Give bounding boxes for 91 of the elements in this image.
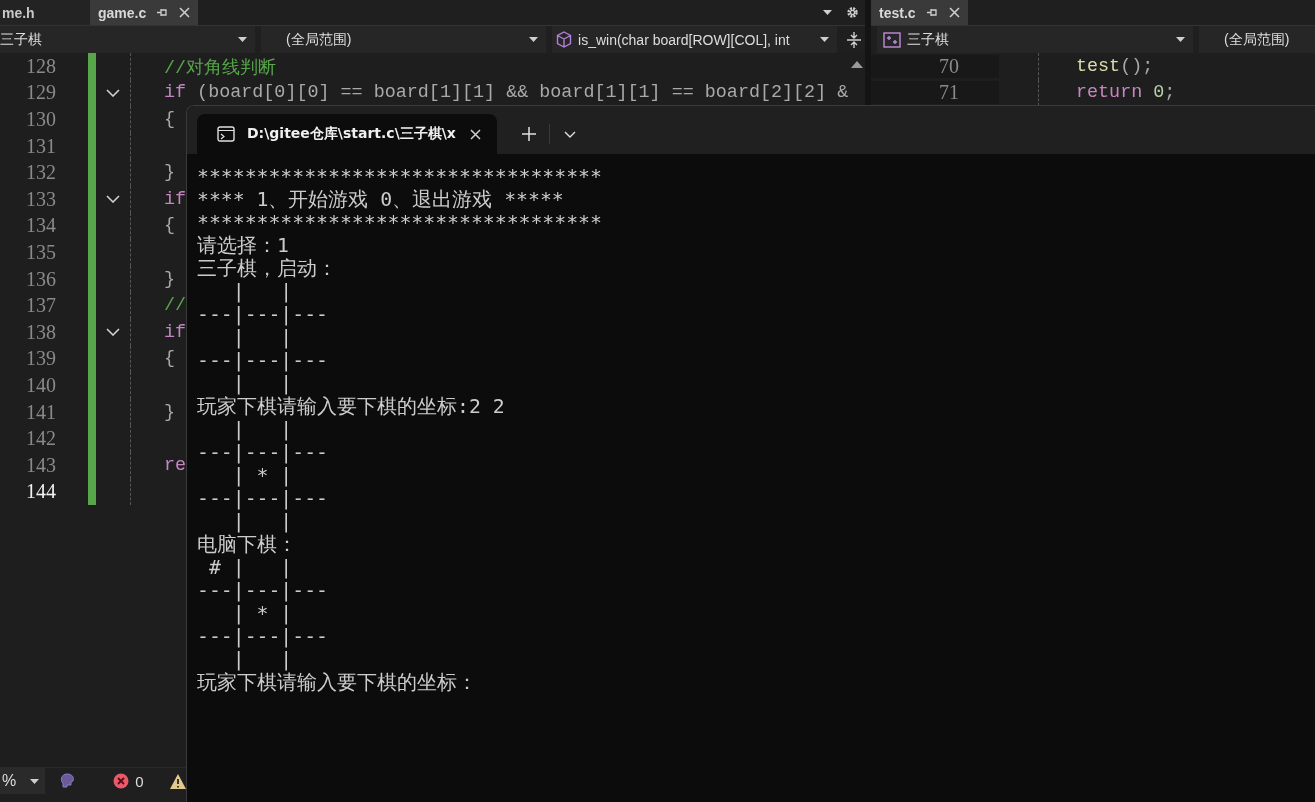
line-number: 130	[25, 108, 56, 131]
line-number: 138	[25, 320, 56, 344]
pin-icon[interactable]	[925, 7, 937, 18]
scope-dropdown[interactable]: (全局范围)	[261, 26, 546, 53]
code-line: }	[164, 401, 176, 423]
line-number: 140	[25, 373, 56, 397]
error-count: 0	[135, 772, 144, 790]
console-output-line: ---|---|---	[197, 625, 328, 648]
console-output-line: 玩家下棋请输入要下棋的坐标:2 2	[197, 395, 505, 418]
console-output-line: | |	[231, 510, 293, 533]
line-number: 128	[25, 54, 56, 78]
console-output-line: | |	[231, 648, 293, 671]
line-number: 70	[871, 54, 999, 78]
console-output-line: | * |	[231, 464, 293, 487]
code-line: {	[164, 109, 176, 130]
new-tab-icon[interactable]	[522, 127, 536, 141]
file-tab[interactable]: game.c	[90, 0, 199, 25]
console-output-line: 玩家下棋请输入要下棋的坐标：	[197, 671, 477, 694]
console-output-line: 请选择：1	[197, 234, 289, 257]
code-line: //	[164, 295, 187, 317]
console-output-line: ---|---|---	[197, 487, 328, 510]
caret-icon	[238, 37, 248, 42]
line-number: 132	[25, 161, 56, 185]
code-line: if	[164, 321, 187, 343]
console-output-line: ---|---|---	[197, 579, 328, 602]
file-tab[interactable]: test.c	[871, 0, 968, 25]
code-line: if	[164, 188, 187, 210]
project-dropdown[interactable]: 三子棋	[0, 26, 256, 53]
console-output-line: 三子棋，启动：	[197, 257, 337, 280]
line-number: 133	[25, 187, 56, 211]
scroll-up-icon[interactable]	[850, 61, 863, 68]
console-icon	[217, 126, 235, 142]
line-number: 135	[25, 240, 56, 264]
project-dropdown[interactable]: 三子棋	[877, 26, 1193, 53]
dropdown-chevron-icon[interactable]	[564, 130, 576, 138]
line-number: 143	[25, 453, 56, 477]
pin-icon[interactable]	[156, 7, 168, 18]
code-line: }	[164, 268, 176, 290]
project-icon	[883, 31, 901, 48]
fold-chevron-icon[interactable]	[106, 328, 120, 337]
scope-dropdown[interactable]: (全局范围)	[1199, 26, 1315, 53]
close-icon[interactable]	[179, 7, 191, 18]
code-line: return 0;	[1076, 82, 1176, 104]
caret-icon	[1176, 37, 1185, 42]
line-number: 139	[25, 347, 56, 371]
line-number: 142	[25, 427, 56, 451]
console-output-line: **** 1、开始游戏 0、退出游戏 *****	[197, 188, 564, 211]
console-output-line: **********************************	[197, 165, 602, 188]
settings-icon[interactable]	[846, 6, 859, 19]
console-output-line: | * |	[231, 602, 293, 625]
console-output-line: 电脑下棋：	[197, 533, 297, 556]
line-number: 137	[25, 294, 56, 318]
close-icon[interactable]	[470, 128, 481, 140]
console-output-line: **********************************	[197, 211, 602, 234]
console-output-line: ---|---|---	[197, 349, 328, 372]
split-icon[interactable]	[847, 31, 861, 48]
caret-icon	[820, 37, 829, 42]
error-icon[interactable]	[113, 773, 130, 789]
caret-icon	[823, 10, 832, 15]
code-line: {	[164, 215, 176, 237]
line-number: 136	[25, 267, 56, 291]
zoom-dropdown[interactable]: %	[0, 768, 46, 794]
warning-icon[interactable]	[169, 773, 186, 789]
code-line: re	[164, 454, 187, 476]
console-output-line: | |	[231, 326, 293, 349]
terminal-tab[interactable]: D:\gitee仓库\start.c\三子棋\x	[197, 114, 497, 154]
fold-chevron-icon[interactable]	[106, 88, 120, 97]
code-line: {	[164, 348, 176, 370]
line-number: 129	[25, 81, 56, 105]
code-line: test();	[1076, 55, 1154, 77]
console-output-line: | |	[231, 280, 293, 303]
line-number: 71	[871, 81, 999, 105]
member-dropdown[interactable]: is_win(char board[ROW][COL], int	[552, 26, 837, 53]
line-number: 131	[25, 134, 56, 158]
file-tab[interactable]: me.h	[0, 0, 90, 25]
code-line: //对角线判断	[164, 57, 277, 79]
cube-icon	[556, 31, 572, 48]
console-output-line: ---|---|---	[197, 441, 328, 464]
close-icon[interactable]	[948, 7, 960, 18]
console-output-line: ---|---|---	[197, 303, 328, 326]
console-output-line: | |	[231, 418, 293, 441]
console-output-line: # | |	[207, 556, 293, 579]
code-line: if (board[0][0] == board[1][1] && board[1][1] == board[2][2] &	[164, 82, 849, 104]
caret-icon	[529, 37, 538, 42]
line-number: 134	[25, 214, 56, 238]
code-line: }	[164, 162, 176, 184]
caret-icon	[30, 778, 40, 784]
console-output-line: | |	[231, 372, 293, 395]
line-number: 141	[25, 400, 56, 424]
line-number: 144	[25, 480, 56, 504]
fold-chevron-icon[interactable]	[106, 195, 120, 204]
